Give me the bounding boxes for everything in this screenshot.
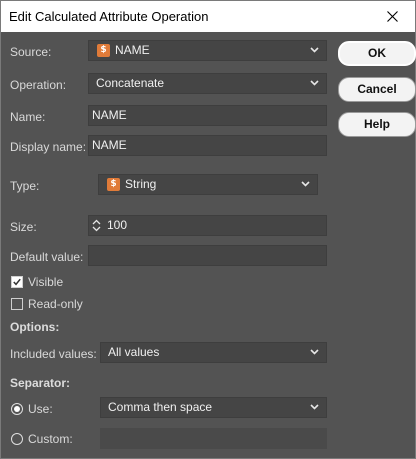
stepper-icon[interactable] — [92, 219, 101, 232]
custom-label: Custom: — [28, 432, 73, 446]
cancel-button[interactable]: Cancel — [338, 77, 416, 102]
dialog-content: Source: $ NAME Operation: Concatenate Na… — [1, 32, 416, 458]
string-type-icon: $ — [107, 178, 120, 191]
name-label: Name: — [10, 110, 46, 124]
checkmark-icon — [13, 278, 21, 286]
string-type-icon: $ — [97, 44, 110, 57]
separator-value: Comma then space — [108, 400, 213, 414]
custom-separator-field[interactable] — [100, 428, 327, 449]
use-label: Use: — [28, 402, 53, 416]
separator-heading: Separator: — [10, 376, 71, 390]
chevron-down-icon — [310, 349, 319, 355]
chevron-down-icon — [310, 80, 319, 86]
close-icon — [386, 11, 398, 22]
operation-label: Operation: — [10, 78, 67, 92]
visible-checkbox[interactable] — [11, 276, 23, 288]
chevron-down-icon — [301, 181, 310, 187]
operation-dropdown[interactable]: Concatenate — [88, 73, 327, 94]
readonly-label: Read-only — [28, 297, 83, 311]
source-label: Source: — [10, 45, 52, 59]
source-value: NAME — [115, 43, 150, 57]
display-name-label: Display name: — [10, 140, 87, 154]
included-values-value: All values — [108, 345, 160, 359]
size-label: Size: — [10, 220, 37, 234]
type-dropdown[interactable]: $ String — [98, 174, 318, 195]
size-value: 100 — [107, 218, 128, 232]
chevron-down-icon — [310, 404, 319, 410]
ok-button[interactable]: OK — [338, 41, 416, 66]
options-heading: Options: — [10, 320, 60, 334]
title-bar: Edit Calculated Attribute Operation — [1, 1, 415, 32]
radio-selected-dot — [14, 406, 20, 412]
use-radio[interactable] — [11, 403, 23, 415]
readonly-checkbox[interactable] — [11, 298, 23, 310]
help-button[interactable]: Help — [338, 112, 416, 137]
separator-dropdown[interactable]: Comma then space — [100, 397, 327, 418]
type-label: Type: — [10, 179, 40, 193]
included-values-dropdown[interactable]: All values — [100, 342, 327, 363]
name-field[interactable]: NAME — [88, 105, 327, 126]
type-value: String — [125, 177, 157, 191]
default-value-label: Default value: — [10, 250, 84, 264]
operation-value: Concatenate — [96, 76, 165, 90]
custom-radio[interactable] — [11, 433, 23, 445]
default-value-field[interactable] — [88, 245, 327, 266]
visible-label: Visible — [28, 275, 64, 289]
dialog-title: Edit Calculated Attribute Operation — [9, 9, 209, 24]
included-values-label: Included values: — [10, 347, 97, 361]
size-field[interactable]: 100 — [88, 215, 327, 236]
dialog-window: Edit Calculated Attribute Operation Sour… — [0, 0, 416, 459]
chevron-down-icon — [310, 47, 319, 53]
display-name-field[interactable]: NAME — [88, 135, 327, 156]
source-dropdown[interactable]: $ NAME — [88, 40, 327, 61]
close-button[interactable] — [369, 1, 415, 32]
